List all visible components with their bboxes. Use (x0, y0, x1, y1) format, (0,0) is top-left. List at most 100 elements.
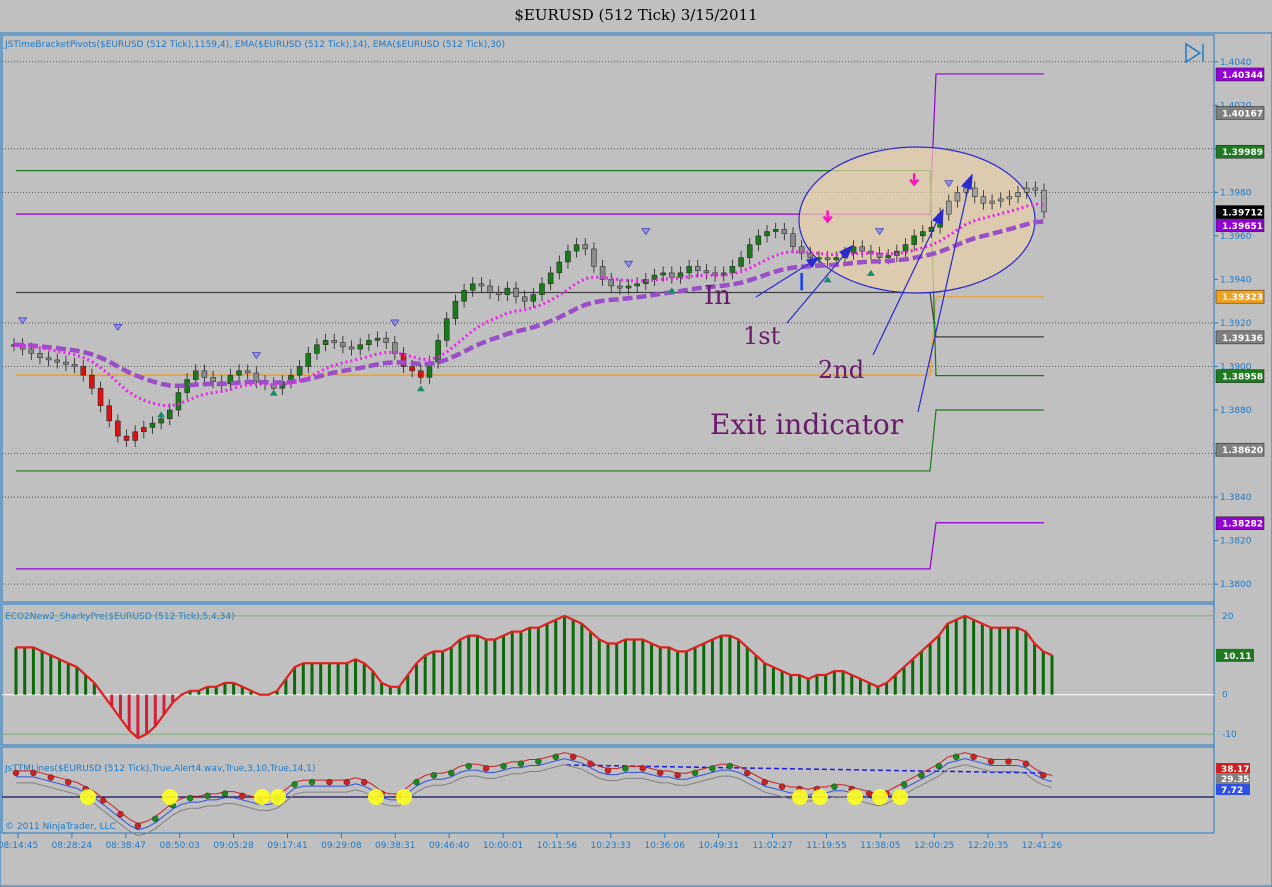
candle-body (591, 248, 597, 267)
ttm-dot (953, 753, 960, 761)
candle-body (149, 422, 156, 428)
candle-body (495, 292, 502, 295)
candle-body (824, 257, 831, 261)
candle-body (746, 244, 753, 258)
ttm-badge-label: 29.35 (1221, 775, 1249, 785)
candle-body (141, 427, 147, 433)
candle-body (885, 255, 891, 258)
candle-body (296, 366, 303, 376)
ttm-dot (482, 765, 490, 772)
candle-body (573, 244, 580, 252)
chart-title: $EURUSD (512 Tick) 3/15/2011 (514, 6, 757, 24)
ttm-badge-label: 7.72 (1221, 786, 1243, 796)
candle-body (348, 346, 355, 350)
osc-value-label: 10.11 (1223, 652, 1251, 662)
candle-body (859, 246, 865, 252)
candle-body (781, 229, 788, 234)
candle-body (469, 283, 476, 291)
candle-body (132, 431, 138, 441)
candle-body (80, 366, 86, 376)
candle-body (729, 266, 736, 274)
x-tick-label: 09:05:28 (213, 841, 254, 851)
candle-body (418, 370, 424, 378)
ttm-dot (1040, 772, 1047, 779)
candle-body (322, 340, 329, 345)
price-badge-label: 1.38958 (1222, 373, 1263, 383)
x-tick-label: 09:46:40 (429, 841, 470, 851)
ttm-dot (221, 790, 229, 797)
x-tick-label: 08:28:24 (52, 841, 93, 851)
chart-window: $EURUSD (512 Tick) 3/15/2011 In 1st 2nd … (0, 0, 1272, 887)
candle-body (902, 244, 909, 252)
candle-body (513, 287, 519, 298)
x-tick-label: 09:17:41 (267, 841, 307, 851)
x-tick-label: 08:14:45 (0, 841, 38, 851)
ttm-dot (413, 778, 420, 786)
ttm-dot (500, 762, 507, 770)
price-badge-label: 1.39323 (1222, 293, 1263, 303)
candle-body (954, 192, 961, 202)
squeeze-dot (368, 789, 384, 805)
x-tick-label: 10:00:01 (483, 841, 523, 851)
price-badge-label: 1.39712 (1222, 209, 1263, 219)
ttm-dot (535, 758, 542, 765)
ttm-dot (134, 822, 142, 829)
ttm-dot (709, 765, 716, 772)
copyright-text: © 2011 NinjaTrader, LLC (5, 822, 116, 832)
candle-body (357, 344, 363, 350)
y-tick-label: 1.3880 (1220, 406, 1252, 416)
candle-body (669, 272, 675, 278)
candle-body (539, 283, 545, 295)
candle-body (444, 318, 450, 341)
x-tick-label: 11:02:27 (752, 841, 792, 851)
candle-body (989, 200, 995, 204)
x-tick-label: 10:23:33 (591, 841, 631, 851)
candle-body (435, 340, 441, 363)
candle-body (556, 261, 563, 274)
x-tick-label: 10:11:56 (537, 841, 578, 851)
candle-body (374, 337, 381, 341)
candle-body (530, 294, 537, 302)
candle-body (980, 196, 987, 204)
candle-body (331, 340, 338, 343)
candle-body (97, 387, 104, 406)
lines-panel[interactable] (1, 746, 1215, 834)
candle-body (28, 348, 35, 354)
ttm-dot (744, 769, 751, 777)
squeeze-dot (892, 789, 908, 805)
y-tick-label: 1.3920 (1220, 319, 1252, 329)
ttm-dot (239, 792, 246, 800)
candle-body (695, 266, 701, 271)
ttm-dot (517, 760, 525, 767)
ttm-dot (204, 792, 211, 800)
annotation-first: 1st (743, 322, 781, 350)
candle-body (972, 187, 978, 197)
ttm-dot (674, 772, 681, 779)
candle-body (63, 361, 69, 365)
y-tick-label: 1.3980 (1220, 188, 1252, 198)
ttm-dot (326, 778, 333, 786)
candle-body (452, 300, 459, 319)
candle-body (210, 377, 216, 382)
squeeze-dot (396, 789, 412, 805)
ttm-dot (430, 772, 438, 779)
ttm-dot (117, 811, 124, 818)
annotation-in: In (704, 281, 731, 311)
price-panel[interactable] (1, 34, 1215, 603)
candle-body (1041, 189, 1047, 213)
candle-body (45, 357, 52, 361)
ttm-dot (987, 758, 995, 765)
ttm-dot (831, 783, 838, 790)
candle-body (625, 285, 632, 289)
squeeze-dot (792, 789, 808, 805)
candle-body (1006, 196, 1013, 200)
squeeze-dot (254, 789, 270, 805)
candle-body (547, 272, 554, 285)
candle-body (582, 244, 589, 250)
x-tick-label: 08:50:03 (159, 841, 199, 851)
candle-body (236, 370, 242, 376)
ttm-dot (552, 753, 559, 761)
ttm-dot (970, 753, 977, 761)
annotation-second: 2nd (818, 356, 864, 384)
candle-body (920, 231, 926, 237)
